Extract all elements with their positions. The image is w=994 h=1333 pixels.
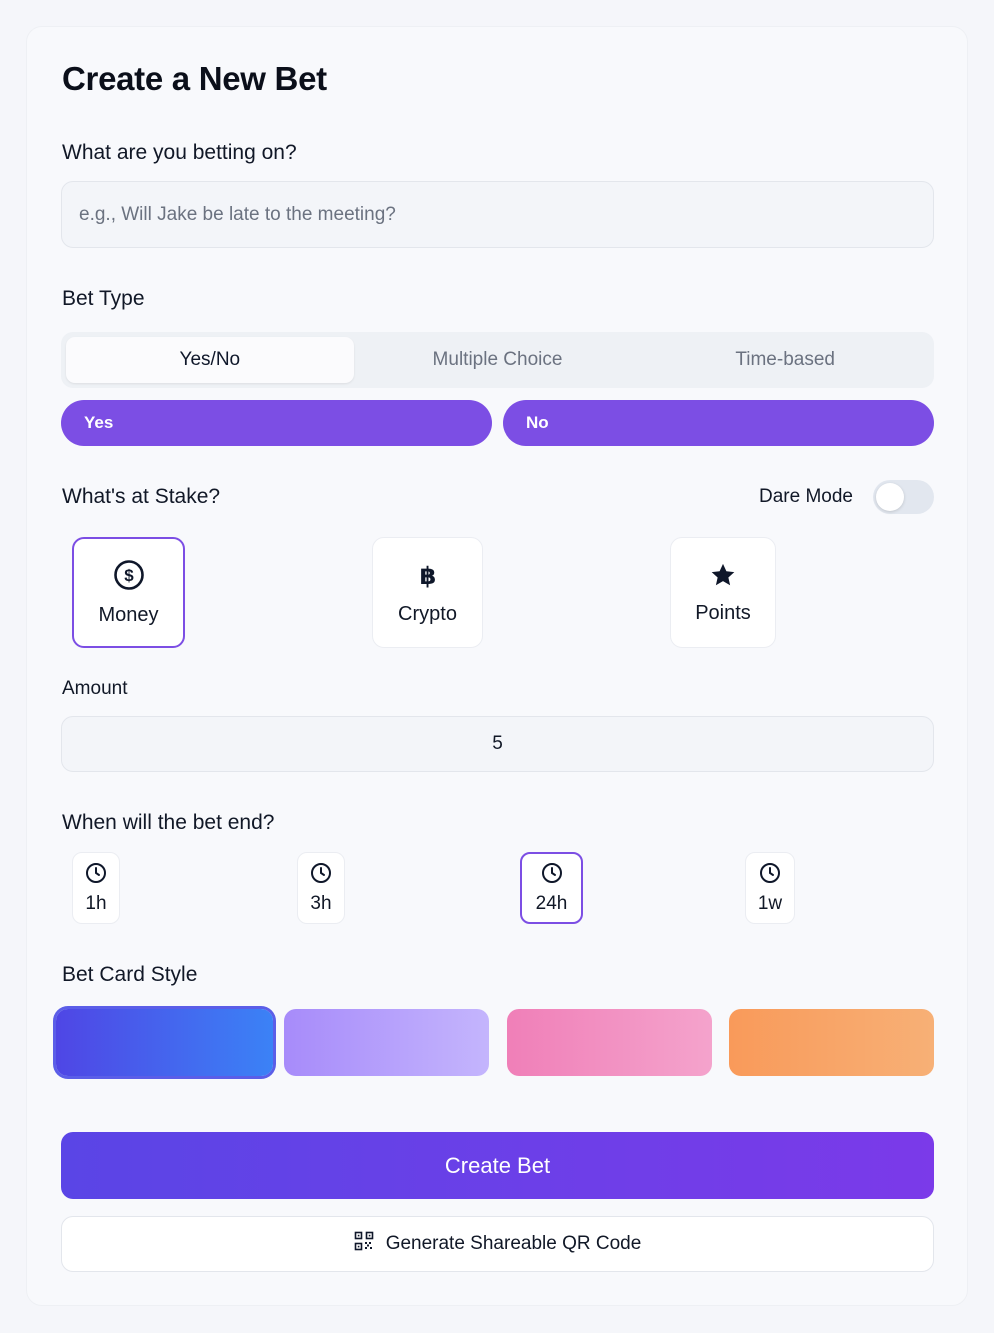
style-swatch-orange[interactable] xyxy=(729,1009,934,1076)
star-icon xyxy=(709,561,737,594)
stake-option-label: Money xyxy=(98,603,159,626)
choice-no-button[interactable]: No xyxy=(503,400,934,446)
dollar-circle-icon: $ xyxy=(113,559,145,596)
end-option-1w[interactable]: 1w xyxy=(745,852,795,924)
svg-text:฿: ฿ xyxy=(419,562,436,590)
style-swatch-blue[interactable] xyxy=(56,1009,273,1076)
choice-yes-button[interactable]: Yes xyxy=(61,400,492,446)
end-option-label: 24h xyxy=(535,892,568,914)
question-input[interactable] xyxy=(61,181,934,248)
end-time-label: When will the bet end? xyxy=(62,811,275,834)
style-swatch-lavender[interactable] xyxy=(284,1009,489,1076)
dare-mode-label: Dare Mode xyxy=(759,486,853,507)
svg-text:$: $ xyxy=(124,566,134,585)
bitcoin-icon: ฿ xyxy=(414,560,442,595)
clock-icon xyxy=(759,862,781,889)
tab-yes-no[interactable]: Yes/No xyxy=(66,337,354,383)
generate-qr-button[interactable]: Generate Shareable QR Code xyxy=(61,1216,934,1272)
clock-icon xyxy=(541,862,563,889)
create-bet-button[interactable]: Create Bet xyxy=(61,1132,934,1199)
bet-type-tabs: Yes/No Multiple Choice Time-based xyxy=(61,332,934,388)
stake-option-label: Crypto xyxy=(398,602,457,625)
end-option-1h[interactable]: 1h xyxy=(72,852,120,924)
style-swatch-pink[interactable] xyxy=(507,1009,712,1076)
stake-option-crypto[interactable]: ฿ Crypto xyxy=(372,537,483,648)
question-label: What are you betting on? xyxy=(62,141,297,164)
end-option-3h[interactable]: 3h xyxy=(297,852,345,924)
tab-multiple-choice[interactable]: Multiple Choice xyxy=(354,337,642,383)
stake-option-points[interactable]: Points xyxy=(670,537,776,648)
end-option-24h[interactable]: 24h xyxy=(520,852,583,924)
stake-label: What's at Stake? xyxy=(62,485,221,508)
amount-label: Amount xyxy=(62,678,128,699)
bet-type-label: Bet Type xyxy=(62,287,145,310)
clock-icon xyxy=(85,862,107,889)
end-option-label: 1w xyxy=(757,892,783,914)
tab-time-based[interactable]: Time-based xyxy=(641,337,929,383)
dare-mode-toggle[interactable] xyxy=(873,480,934,514)
generate-qr-label: Generate Shareable QR Code xyxy=(385,1233,642,1254)
end-option-label: 1h xyxy=(85,892,107,914)
stake-option-label: Points xyxy=(695,601,751,624)
toggle-knob xyxy=(876,483,904,511)
amount-input[interactable] xyxy=(61,716,934,772)
clock-icon xyxy=(310,862,332,889)
page-title: Create a New Bet xyxy=(62,60,327,97)
card-style-label: Bet Card Style xyxy=(62,963,198,986)
qr-code-icon xyxy=(354,1231,374,1257)
stake-option-money[interactable]: $ Money xyxy=(72,537,185,648)
end-option-label: 3h xyxy=(310,892,332,914)
